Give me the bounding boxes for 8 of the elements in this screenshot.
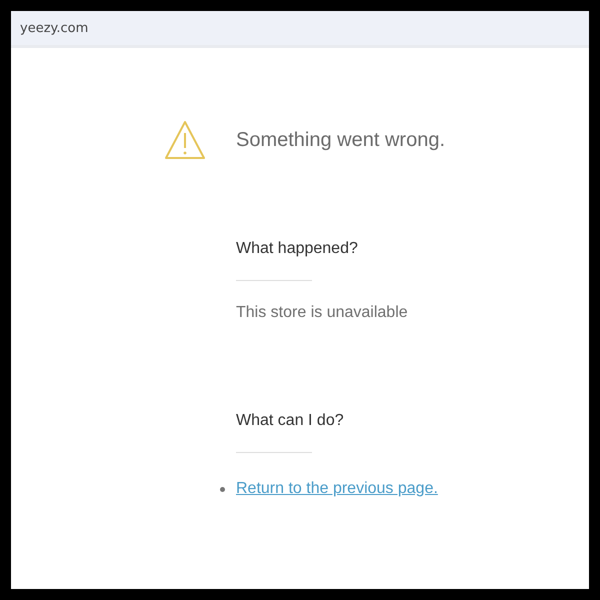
section-heading: What happened?	[236, 240, 359, 258]
warning-icon	[164, 120, 206, 160]
error-title: Something went wrong.	[236, 128, 446, 152]
back-link[interactable]: Return to the previous page.	[236, 480, 438, 498]
section-heading: What can I do?	[236, 412, 345, 430]
page-url: yeezy.com	[20, 20, 88, 36]
bullet-icon	[220, 486, 225, 492]
error-message: This store is unavailable	[236, 304, 409, 322]
